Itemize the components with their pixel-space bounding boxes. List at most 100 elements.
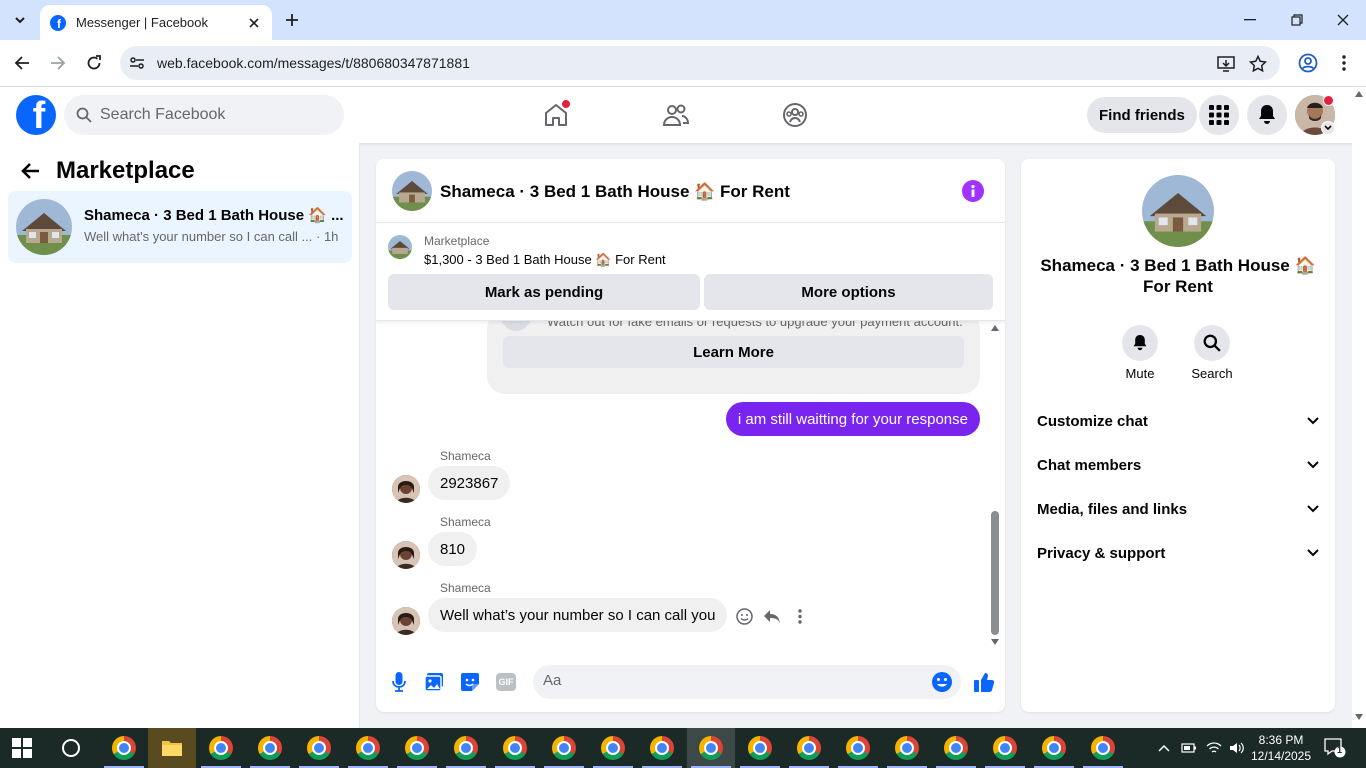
sender-avatar[interactable] [392,607,420,635]
gif-icon[interactable]: GIF [495,671,517,693]
mute-button[interactable]: Mute [1110,325,1170,381]
microphone-icon[interactable] [388,671,410,693]
tab-close-icon[interactable] [246,15,262,31]
sender-avatar[interactable] [392,541,420,569]
battery-icon[interactable] [1181,740,1197,756]
home-icon[interactable] [540,99,572,131]
cortana-search-icon[interactable] [62,739,80,757]
taskbar-file-explorer-icon[interactable] [148,728,196,768]
mark-as-pending-button[interactable]: Mark as pending [388,274,700,310]
scrollbar-thumb[interactable] [991,511,999,635]
taskbar-chrome-icon[interactable] [1030,728,1078,768]
attach-photo-icon[interactable] [423,671,445,693]
facebook-logo-icon[interactable]: f [16,95,56,135]
search-conversation-button[interactable]: Search [1182,325,1242,381]
privacy-support-section[interactable]: Privacy & support [1029,531,1327,575]
more-actions-icon[interactable] [790,606,810,626]
outgoing-message[interactable]: i am still waitting for your response [725,402,980,436]
facebook-search-input[interactable] [100,106,320,124]
action-center-icon[interactable]: 1 [1324,738,1346,758]
taskbar-chrome-icon[interactable] [883,728,931,768]
forward-arrow-icon[interactable] [46,51,70,75]
message-list[interactable]: Watch out for fake emails or requests to… [376,321,1005,651]
minimize-icon[interactable] [1240,10,1260,30]
incoming-message[interactable]: 810 [428,532,478,566]
sender-avatar[interactable] [392,475,420,503]
reload-icon[interactable] [82,51,106,75]
taskbar-chrome-icon[interactable] [393,728,441,768]
incoming-message[interactable]: 2923867 [428,466,511,500]
chat-header-thumbnail[interactable] [392,171,432,211]
taskbar-chrome-icon[interactable] [932,728,980,768]
sticker-icon[interactable] [459,671,481,693]
friends-icon[interactable] [660,99,692,131]
restore-icon[interactable] [1287,10,1307,30]
taskbar-chrome-icon[interactable] [1079,728,1127,768]
account-chevron-down-icon[interactable] [1321,121,1335,135]
chat-members-section[interactable]: Chat members [1029,443,1327,487]
details-thumbnail[interactable] [1142,175,1214,247]
chat-header: Shameca · 3 Bed 1 Bath House 🏠 For Rent [376,159,1005,223]
facebook-search[interactable] [64,95,344,135]
media-files-links-section[interactable]: Media, files and links [1029,487,1327,531]
message-input[interactable] [543,672,913,689]
taskbar-chrome-icon[interactable] [442,728,490,768]
listing-price-title[interactable]: $1,300 - 3 Bed 1 Bath House 🏠 For Rent [424,252,666,268]
site-settings-icon[interactable] [128,54,146,72]
message-input-box[interactable] [533,665,961,699]
back-arrow-icon[interactable] [20,162,40,180]
taskbar-chrome-icon[interactable] [100,728,148,768]
scam-warning-card: Watch out for fake emails or requests to… [487,321,980,394]
browser-profile-icon[interactable] [1296,51,1320,75]
taskbar-chrome-icon[interactable] [344,728,392,768]
emoji-icon[interactable] [931,671,953,693]
sender-name: Shameca [440,515,491,529]
groups-icon[interactable] [779,99,811,131]
taskbar-chrome-icon[interactable] [981,728,1029,768]
customize-chat-section[interactable]: Customize chat [1029,399,1327,443]
url-text[interactable]: web.facebook.com/messages/t/880680347871… [157,55,470,71]
conversation-item[interactable]: Shameca · 3 Bed 1 Bath House 🏠 ... Well … [8,191,352,263]
browser-menu-icon[interactable] [1332,51,1356,75]
bookmark-star-icon[interactable] [1248,54,1268,74]
menu-grid-icon[interactable] [1199,95,1239,135]
browser-tab[interactable]: f Messenger | Facebook [40,5,272,40]
find-friends-button[interactable]: Find friends [1087,97,1197,133]
taskbar-chrome-icon[interactable] [491,728,539,768]
chevron-down-icon [1307,417,1319,425]
taskbar-chrome-icon[interactable] [246,728,294,768]
thumbs-up-icon[interactable] [972,670,996,694]
message-scrollbar[interactable] [989,321,1001,651]
notifications-bell-icon[interactable] [1247,95,1287,135]
taskbar-chrome-icon[interactable] [785,728,833,768]
windows-start-icon[interactable] [12,738,32,758]
tray-chevron-up-icon[interactable] [1156,740,1172,756]
info-icon[interactable] [962,180,984,202]
learn-more-button[interactable]: Learn More [503,336,964,368]
taskbar-chrome-icon[interactable] [834,728,882,768]
taskbar-chrome-icon[interactable] [197,728,245,768]
address-bar[interactable]: web.facebook.com/messages/t/880680347871… [120,46,1280,80]
taskbar-chrome-icon-active[interactable] [687,728,735,768]
taskbar-chrome-icon[interactable] [540,728,588,768]
tab-search-button[interactable] [8,8,32,32]
taskbar-chrome-icon[interactable] [736,728,784,768]
network-icon[interactable] [1206,740,1222,756]
install-app-icon[interactable] [1216,54,1236,74]
volume-icon[interactable] [1229,740,1245,756]
listing-thumbnail [16,199,72,255]
page-scrollbar[interactable] [1352,87,1366,728]
more-options-button[interactable]: More options [704,274,993,310]
incoming-message[interactable]: Well what’s your number so I can call yo… [428,598,728,632]
taskbar-chrome-icon[interactable] [589,728,637,768]
close-window-icon[interactable] [1333,10,1353,30]
chevron-down-icon [1307,549,1319,557]
react-emoji-icon[interactable] [734,606,754,626]
new-tab-plus-icon[interactable] [282,10,302,30]
taskbar-chrome-icon[interactable] [295,728,343,768]
chat-title[interactable]: Shameca · 3 Bed 1 Bath House 🏠 For Rent [440,182,790,202]
system-clock[interactable]: 8:36 PM 12/14/2025 [1250,732,1312,764]
back-arrow-icon[interactable] [10,51,34,75]
reply-icon[interactable] [762,606,782,626]
taskbar-chrome-icon[interactable] [638,728,686,768]
